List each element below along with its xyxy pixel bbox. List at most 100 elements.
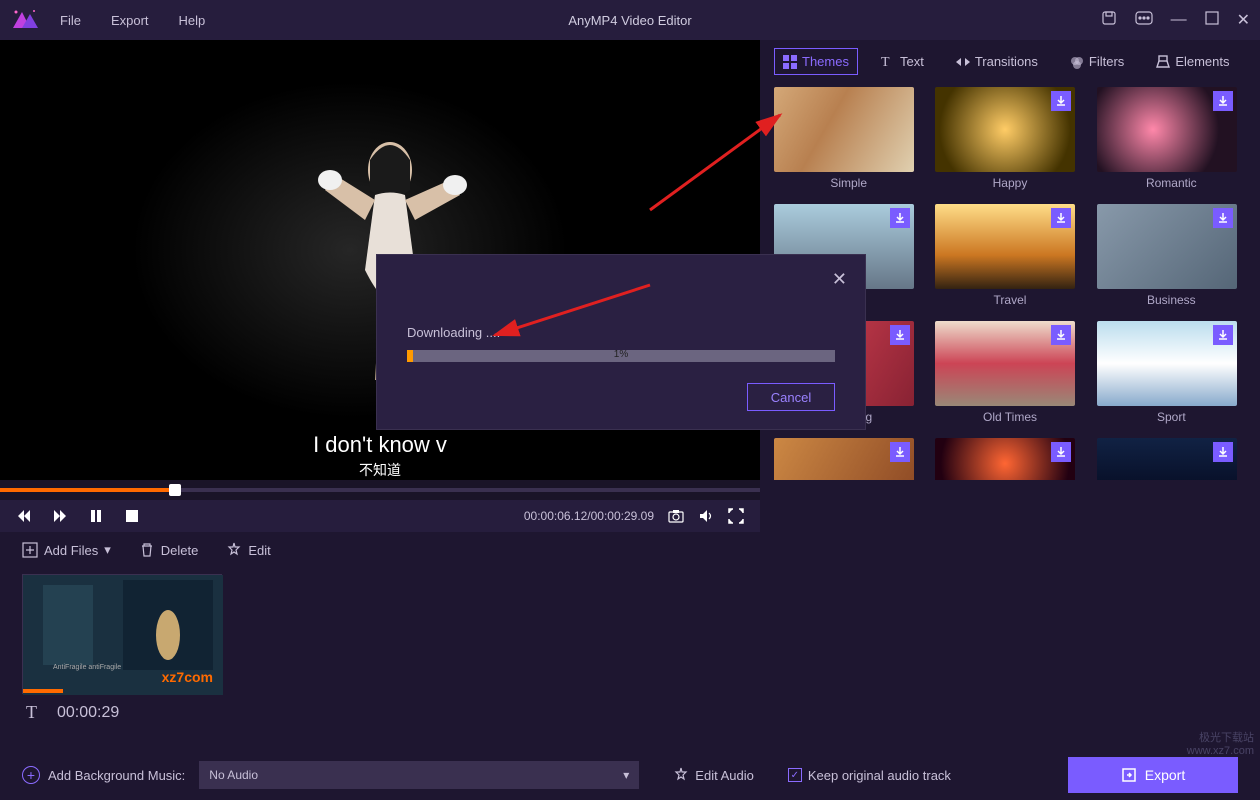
tab-transitions[interactable]: Transitions	[947, 48, 1047, 75]
clip-thumbnail[interactable]: AntiFragile antiFragile xz7com	[22, 574, 222, 694]
download-icon[interactable]	[890, 208, 910, 228]
theme-label: Simple	[774, 176, 923, 190]
side-tabs: Themes T Text Transitions Filters Elemen…	[774, 48, 1246, 75]
theme-label: Business	[1097, 293, 1246, 307]
window-controls: — ✕	[1101, 10, 1250, 31]
theme-label: Sport	[1097, 410, 1246, 424]
edit-label: Edit	[248, 543, 270, 558]
seek-thumb[interactable]	[169, 484, 181, 496]
tab-text-label: Text	[900, 54, 924, 69]
dropdown-icon: ▾	[104, 542, 111, 558]
app-title: AnyMP4 Video Editor	[568, 13, 691, 28]
edit-audio-label: Edit Audio	[695, 768, 754, 783]
menu-help[interactable]: Help	[179, 13, 206, 28]
audio-select-value: No Audio	[209, 768, 258, 782]
menu-icon[interactable]	[1135, 11, 1153, 30]
keep-original-checkbox[interactable]: ✓ Keep original audio track	[788, 768, 951, 783]
pause-icon[interactable]	[88, 508, 104, 524]
download-icon[interactable]	[1213, 325, 1233, 345]
theme-business[interactable]	[1097, 204, 1237, 289]
app-logo	[10, 8, 40, 32]
main-menu: File Export Help	[60, 13, 205, 28]
preview-subtitle: I don't know v	[307, 430, 453, 460]
footer-bar: + Add Background Music: No Audio ▾ Edit …	[0, 750, 1260, 800]
tab-elements[interactable]: Elements	[1147, 48, 1238, 75]
theme-label: Travel	[935, 293, 1084, 307]
theme-old-times[interactable]	[935, 321, 1075, 406]
export-button[interactable]: Export	[1068, 757, 1238, 793]
download-icon[interactable]	[1213, 91, 1233, 111]
theme-item[interactable]	[774, 438, 914, 480]
seek-bar[interactable]	[0, 480, 760, 500]
timeline-panel: Add Files ▾ Delete Edit AntiFragile anti…	[0, 532, 1260, 741]
bgm-label: Add Background Music:	[48, 768, 185, 783]
download-icon[interactable]	[1051, 208, 1071, 228]
menu-file[interactable]: File	[60, 13, 81, 28]
cancel-button[interactable]: Cancel	[747, 383, 835, 411]
plus-icon: +	[22, 766, 40, 784]
tab-filters[interactable]: Filters	[1061, 48, 1133, 75]
preview-subtitle-cn: 不知道	[359, 460, 401, 480]
download-icon[interactable]	[1213, 208, 1233, 228]
tab-elements-label: Elements	[1175, 54, 1229, 69]
theme-sport[interactable]	[1097, 321, 1237, 406]
download-icon[interactable]	[890, 442, 910, 462]
theme-happy[interactable]	[935, 87, 1075, 172]
download-icon[interactable]	[1051, 442, 1071, 462]
theme-label: Old Times	[935, 410, 1084, 424]
tab-filters-label: Filters	[1089, 54, 1124, 69]
fullscreen-icon[interactable]	[728, 508, 744, 524]
volume-icon[interactable]	[698, 508, 714, 524]
keep-original-label: Keep original audio track	[808, 768, 951, 783]
snapshot-icon[interactable]	[668, 508, 684, 524]
download-icon[interactable]	[1051, 325, 1071, 345]
download-icon[interactable]	[1051, 91, 1071, 111]
theme-label: Romantic	[1097, 176, 1246, 190]
download-icon[interactable]	[890, 325, 910, 345]
audio-select[interactable]: No Audio ▾	[199, 761, 639, 789]
maximize-icon[interactable]	[1205, 11, 1219, 30]
tab-themes-label: Themes	[802, 54, 849, 69]
playback-bar: 00:00:06.12/00:00:29.09	[0, 480, 760, 532]
clip-watermark: xz7com	[162, 669, 213, 685]
text-icon[interactable]: T	[26, 702, 37, 723]
tab-transitions-label: Transitions	[975, 54, 1038, 69]
progress-bar: 1%	[407, 350, 835, 362]
download-label: Downloading ....	[407, 325, 835, 340]
timecode: 00:00:06.12/00:00:29.09	[524, 509, 654, 523]
tab-themes[interactable]: Themes	[774, 48, 858, 75]
prev-icon[interactable]	[16, 508, 32, 524]
menu-export[interactable]: Export	[111, 13, 149, 28]
edit-audio-button[interactable]: Edit Audio	[673, 767, 754, 783]
delete-label: Delete	[161, 543, 199, 558]
delete-button[interactable]: Delete	[139, 542, 199, 558]
next-icon[interactable]	[52, 508, 68, 524]
clip-item[interactable]: AntiFragile antiFragile xz7com T 00:00:2…	[22, 574, 222, 731]
theme-item[interactable]	[1097, 438, 1237, 480]
theme-travel[interactable]	[935, 204, 1075, 289]
export-label: Export	[1145, 767, 1185, 783]
timeline-toolbar: Add Files ▾ Delete Edit	[22, 542, 1238, 558]
theme-label: Happy	[935, 176, 1084, 190]
clip-caption: AntiFragile antiFragile	[53, 664, 121, 671]
progress-percent: 1%	[614, 349, 628, 360]
download-modal: ✕ Downloading .... 1% Cancel	[376, 254, 866, 430]
clip-duration: 00:00:29	[57, 704, 119, 722]
theme-item[interactable]	[935, 438, 1075, 480]
tab-text[interactable]: T Text	[872, 48, 933, 75]
edit-button[interactable]: Edit	[226, 542, 270, 558]
modal-close-icon[interactable]: ✕	[832, 269, 847, 290]
cancel-label: Cancel	[771, 390, 811, 405]
add-files-button[interactable]: Add Files ▾	[22, 542, 111, 558]
stop-icon[interactable]	[124, 508, 140, 524]
dropdown-icon: ▾	[623, 768, 629, 782]
theme-romantic[interactable]	[1097, 87, 1237, 172]
add-files-label: Add Files	[44, 543, 98, 558]
theme-simple[interactable]	[774, 87, 914, 172]
title-bar: File Export Help AnyMP4 Video Editor — ✕	[0, 0, 1260, 40]
save-icon[interactable]	[1101, 10, 1117, 31]
download-icon[interactable]	[1213, 442, 1233, 462]
add-bgm-button[interactable]: + Add Background Music:	[22, 766, 185, 784]
close-icon[interactable]: ✕	[1237, 10, 1250, 30]
minimize-icon[interactable]: —	[1171, 11, 1187, 29]
